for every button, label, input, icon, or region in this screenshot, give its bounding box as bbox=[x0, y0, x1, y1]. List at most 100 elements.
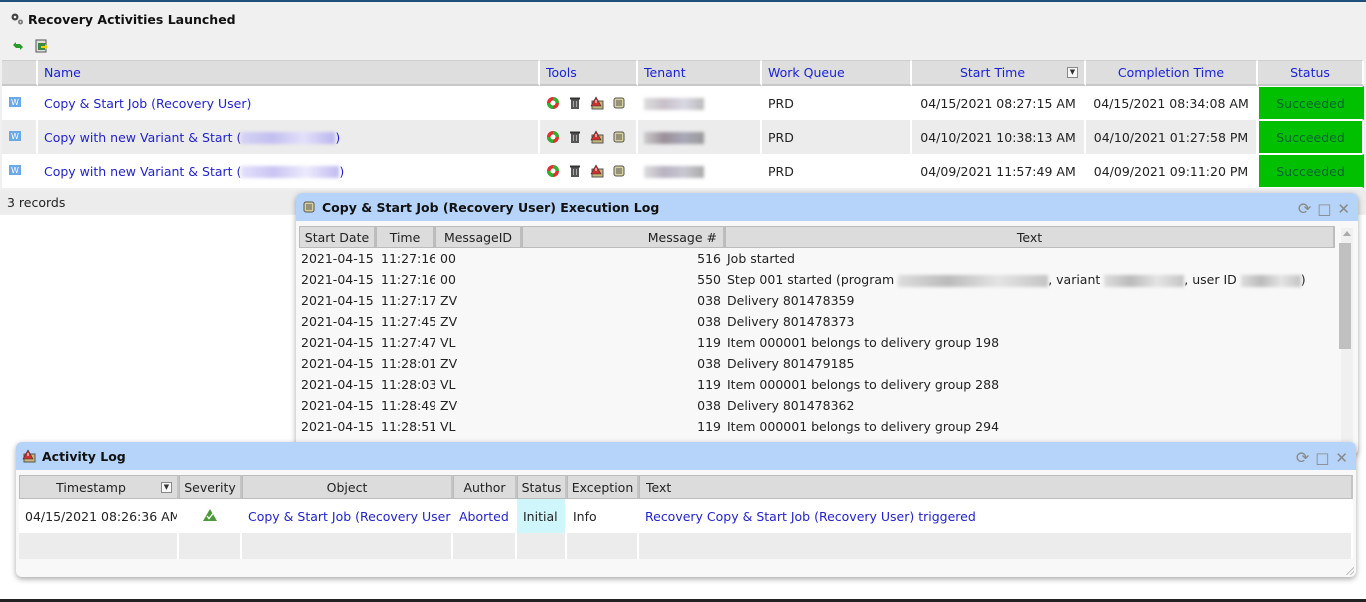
workflow-icon: W bbox=[9, 96, 21, 107]
execution-log-icon bbox=[303, 201, 315, 213]
refresh-button[interactable] bbox=[10, 38, 26, 54]
column-header-message-number[interactable]: Message # bbox=[522, 226, 725, 248]
tenant-redacted bbox=[644, 166, 704, 178]
log-row[interactable]: 2021-04-15 11:27:16 00 516 Job started bbox=[299, 248, 1335, 269]
log-message-id: 00 bbox=[435, 269, 522, 290]
sort-dropdown-icon[interactable]: ▼ bbox=[1067, 67, 1078, 78]
close-icon[interactable]: ✕ bbox=[1335, 449, 1348, 467]
object-link[interactable]: Copy & Start Job (Recovery User) bbox=[248, 509, 451, 524]
log-text-part: ) bbox=[1300, 272, 1306, 287]
recovery-activities-panel: Recovery Activities Launched Name Tools … bbox=[0, 2, 1366, 215]
column-header-object[interactable]: Object bbox=[242, 475, 453, 499]
log-text-part: , user ID bbox=[1184, 272, 1241, 287]
row-start-time: 04/09/2021 11:57:49 AM bbox=[912, 154, 1086, 188]
restart-icon[interactable] bbox=[546, 164, 560, 178]
activity-log-titlebar[interactable]: Activity Log bbox=[16, 442, 1356, 470]
column-header-exception[interactable]: Exception bbox=[567, 475, 639, 499]
page-title-text: Recovery Activities Launched bbox=[28, 11, 236, 27]
delete-icon[interactable] bbox=[568, 130, 582, 144]
column-header-start-date[interactable]: Start Date bbox=[299, 226, 376, 248]
column-header-name[interactable]: Name bbox=[38, 60, 540, 86]
log-row[interactable]: 2021-04-15 11:27:47 VL 119 Item 000001 belon… bbox=[299, 332, 1335, 353]
table-header: Start Date Time MessageID Message # Text bbox=[299, 226, 1335, 248]
log-row[interactable]: 2021-04-15 11:28:49 ZV 038 Delivery 80147836… bbox=[299, 395, 1335, 416]
table-row[interactable]: W Copy with new Variant & Start () PRD 0… bbox=[2, 154, 1364, 188]
window-controls: ⟳ □ ✕ bbox=[1298, 199, 1350, 218]
column-header-completion-time[interactable]: Completion Time bbox=[1086, 60, 1258, 86]
execution-log-titlebar[interactable]: Copy & Start Job (Recovery User) Executi… bbox=[296, 193, 1358, 221]
log-time: 11:27:16 bbox=[376, 248, 435, 269]
log-time: 11:28:49 bbox=[376, 395, 435, 416]
log-text: Item 000001 belongs to delivery group 28… bbox=[725, 374, 1335, 395]
restart-icon[interactable] bbox=[546, 96, 560, 110]
maximize-icon[interactable]: □ bbox=[1315, 449, 1329, 467]
row-name-link[interactable]: Copy & Start Job (Recovery User) bbox=[44, 96, 251, 111]
recovery-activities-table: Name Tools Tenant Work Queue Start Time ▼… bbox=[2, 60, 1364, 188]
table-row[interactable]: W Copy with new Variant & Start () PRD 0… bbox=[2, 120, 1364, 154]
table-row[interactable]: W Copy & Start Job (Recovery User) PRD 0… bbox=[2, 86, 1364, 120]
log-message-id: VL bbox=[435, 374, 522, 395]
activity-log-icon[interactable] bbox=[590, 96, 604, 110]
log-row[interactable]: 2021-04-15 11:28:03 VL 119 Item 000001 belon… bbox=[299, 374, 1335, 395]
scroll-up-arrow[interactable] bbox=[1343, 231, 1351, 236]
column-header-work-queue[interactable]: Work Queue bbox=[762, 60, 912, 86]
execution-log-icon[interactable] bbox=[612, 130, 626, 144]
log-text: Delivery 801479185 bbox=[725, 353, 1335, 374]
row-text-link[interactable]: Recovery Copy & Start Job (Recovery User… bbox=[645, 509, 976, 524]
refresh-icon bbox=[13, 42, 23, 50]
log-row[interactable]: 2021-04-15 11:27:17 ZV 038 Delivery 80147835… bbox=[299, 290, 1335, 311]
log-message-number: 516 bbox=[522, 248, 725, 269]
row-name-link[interactable]: Copy with new Variant & Start () bbox=[44, 130, 340, 145]
log-text: Job started bbox=[725, 248, 1335, 269]
column-header-icon bbox=[2, 60, 38, 86]
table-header: Timestamp ▼ Severity Object Author Status… bbox=[19, 475, 1353, 499]
log-time: 11:27:45 bbox=[376, 311, 435, 332]
resize-handle[interactable] bbox=[1346, 567, 1354, 575]
row-name-link[interactable]: Copy with new Variant & Start () bbox=[44, 164, 344, 179]
log-time: 11:28:03 bbox=[376, 374, 435, 395]
delete-icon[interactable] bbox=[568, 96, 582, 110]
log-row[interactable]: 2021-04-15 11:27:16 00 550 Step 001 started … bbox=[299, 269, 1335, 290]
delete-icon[interactable] bbox=[568, 164, 582, 178]
workflow-icon: W bbox=[9, 130, 21, 141]
log-message-id: ZV bbox=[435, 311, 522, 332]
variant-redacted bbox=[241, 166, 340, 178]
refresh-icon[interactable]: ⟳ bbox=[1296, 448, 1309, 467]
refresh-icon[interactable]: ⟳ bbox=[1298, 199, 1311, 218]
column-header-tools[interactable]: Tools bbox=[540, 60, 638, 86]
scrollbar-thumb[interactable] bbox=[1339, 243, 1351, 349]
log-row[interactable]: 2021-04-15 11:28:01 ZV 038 Delivery 80147918… bbox=[299, 353, 1335, 374]
log-message-number: 038 bbox=[522, 311, 725, 332]
column-header-timestamp[interactable]: Timestamp ▼ bbox=[19, 475, 179, 499]
export-button[interactable] bbox=[34, 38, 50, 54]
execution-log-icon[interactable] bbox=[612, 164, 626, 178]
log-start-date: 2021-04-15 bbox=[299, 290, 376, 311]
column-header-text[interactable]: Text bbox=[639, 475, 1353, 499]
execution-log-icon[interactable] bbox=[612, 96, 626, 110]
record-count: 3 records bbox=[7, 195, 66, 210]
window-controls: ⟳ □ ✕ bbox=[1296, 448, 1348, 467]
column-header-start-time[interactable]: Start Time ▼ bbox=[912, 60, 1086, 86]
log-row[interactable]: 2021-04-15 11:27:45 ZV 038 Delivery 80147837… bbox=[299, 311, 1335, 332]
restart-icon[interactable] bbox=[546, 130, 560, 144]
activity-log-icon bbox=[22, 449, 36, 463]
author-link[interactable]: Aborted bbox=[459, 509, 509, 524]
activity-log-icon[interactable] bbox=[590, 164, 604, 178]
close-icon[interactable]: ✕ bbox=[1337, 200, 1350, 218]
column-header-severity[interactable]: Severity bbox=[179, 475, 242, 499]
activity-log-icon[interactable] bbox=[590, 130, 604, 144]
column-header-message-id[interactable]: MessageID bbox=[435, 226, 522, 248]
column-header-author[interactable]: Author bbox=[453, 475, 517, 499]
column-header-status[interactable]: Status bbox=[517, 475, 567, 499]
log-row[interactable]: 2021-04-15 11:28:51 VL 119 Item 000001 belon… bbox=[299, 416, 1335, 437]
sort-dropdown-icon[interactable]: ▼ bbox=[161, 481, 172, 493]
column-header-time[interactable]: Time bbox=[376, 226, 435, 248]
column-header-status[interactable]: Status bbox=[1258, 60, 1364, 86]
column-header-text[interactable]: Text bbox=[725, 226, 1335, 248]
maximize-icon[interactable]: □ bbox=[1317, 200, 1331, 218]
column-header-tenant[interactable]: Tenant bbox=[638, 60, 762, 86]
table-row[interactable]: 04/15/2021 08:26:36 AM Copy & Start Job … bbox=[19, 499, 1353, 533]
log-message-number: 119 bbox=[522, 374, 725, 395]
start-time-header-label: Start Time bbox=[959, 65, 1026, 80]
table-header: Name Tools Tenant Work Queue Start Time ▼… bbox=[2, 60, 1364, 86]
